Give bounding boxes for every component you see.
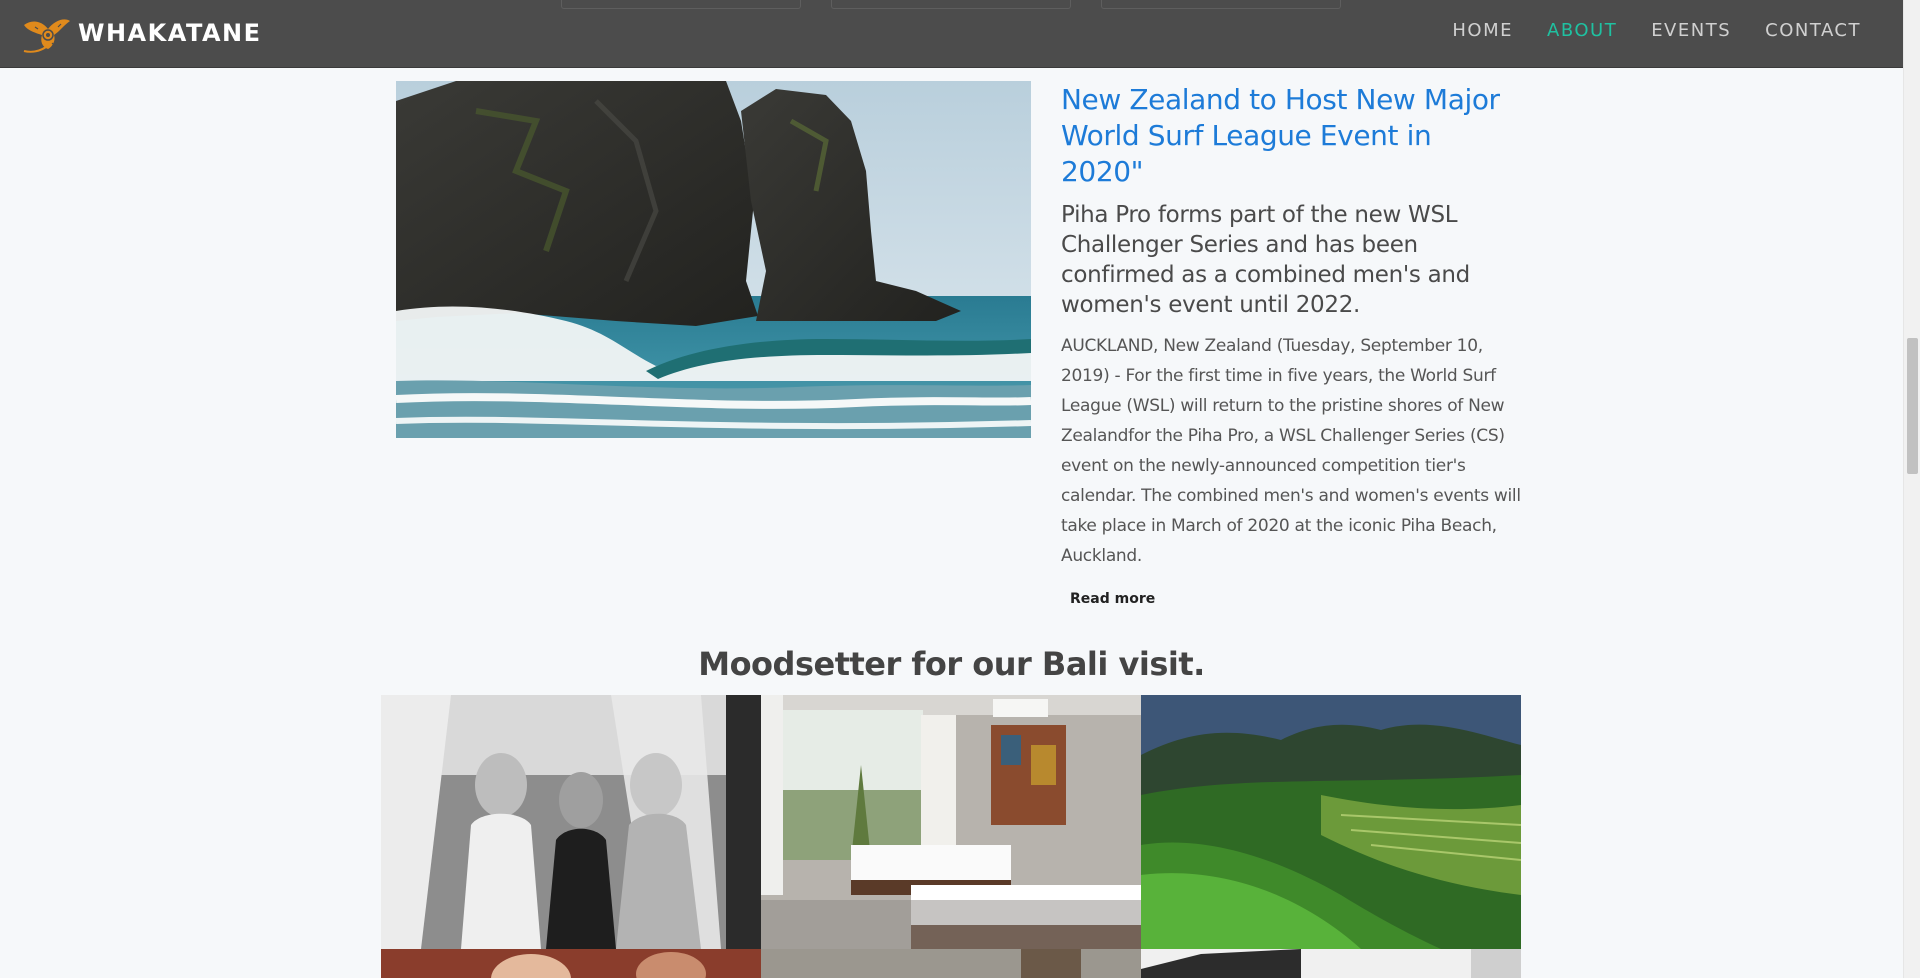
article-body: AUCKLAND, New Zealand (Tuesday, Septembe… [1061,336,1521,566]
dropdown-peek-3 [1101,0,1341,9]
article-content: New Zealand to Host New Major World Surf… [1061,82,1521,571]
nav-home[interactable]: HOME [1452,20,1513,41]
scrollbar-thumb[interactable] [1907,338,1918,474]
dropdown-peek-2 [831,0,1071,9]
gallery-tile-3[interactable] [1141,695,1521,949]
gallery-title: Moodsetter for our Bali visit. [698,645,1205,683]
gallery-tile-5[interactable] [761,949,1141,978]
article-subtitle: Piha Pro forms part of the new WSL Chall… [1061,202,1470,318]
bedroom-photo [761,695,1141,949]
dropdown-peek-1 [561,0,801,9]
photo-gallery [381,695,1521,978]
nav-about[interactable]: ABOUT [1547,20,1617,41]
women-friends-photo [381,695,761,949]
people-photo [381,949,761,978]
gallery-tile-2[interactable] [761,695,1141,949]
coastal-cliff-waves-photo [396,81,1031,438]
gallery-tile-6[interactable] [1141,949,1521,978]
article-image [396,81,1031,438]
stingray-logo-icon [23,19,70,53]
page-scrollbar[interactable] [1903,0,1920,978]
gallery-tile-1[interactable] [381,695,761,949]
interior-photo [761,949,1141,978]
nav-events[interactable]: EVENTS [1651,20,1731,41]
read-more-link[interactable]: Read more [1070,591,1155,607]
gallery-tile-4[interactable] [381,949,761,978]
main-nav: HOME ABOUT EVENTS CONTACT [1418,20,1861,41]
nav-contact[interactable]: CONTACT [1765,20,1861,41]
brand-name: WHAKATANE [78,19,262,47]
building-photo [1141,949,1521,978]
article-title[interactable]: New Zealand to Host New Major World Surf… [1061,82,1521,190]
top-navbar: WHAKATANE HOME ABOUT EVENTS CONTACT [0,0,1903,68]
brand-logo[interactable]: WHAKATANE [20,11,262,55]
rice-terrace-photo [1141,695,1521,949]
